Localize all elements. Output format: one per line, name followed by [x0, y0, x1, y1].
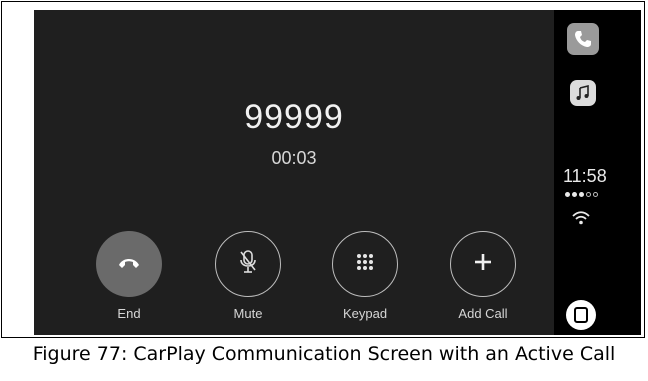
microphone-muted-icon — [237, 249, 259, 280]
plus-icon — [472, 251, 494, 278]
caller-number: 99999 — [244, 98, 344, 136]
add-call-label: Add Call — [458, 306, 508, 321]
signal-dot — [586, 192, 591, 197]
signal-dot — [579, 192, 584, 197]
signal-dot — [572, 192, 577, 197]
music-icon[interactable] — [570, 80, 596, 106]
keypad-icon — [355, 252, 375, 277]
end-call-label: End — [117, 306, 141, 321]
wifi-icon — [571, 210, 591, 231]
end-call-icon — [117, 255, 141, 274]
mute-label: Mute — [233, 306, 263, 321]
call-timer: 00:03 — [271, 148, 317, 168]
mute-button[interactable] — [215, 231, 281, 297]
home-button[interactable] — [566, 300, 596, 330]
signal-dot — [565, 192, 570, 197]
home-square-icon — [574, 307, 588, 323]
figure-caption: Figure 77: CarPlay Communication Screen … — [32, 343, 616, 365]
keypad-button[interactable] — [332, 231, 398, 297]
phone-icon[interactable] — [567, 23, 599, 55]
carplay-call-screen: 99999 00:03 End Mute Keypad Add Call — [34, 10, 554, 335]
status-clock: 11:58 — [563, 166, 607, 186]
add-call-button[interactable] — [450, 231, 516, 297]
cellular-signal — [565, 192, 598, 197]
keypad-label: Keypad — [342, 306, 388, 321]
end-call-button[interactable] — [96, 231, 162, 297]
signal-dot — [593, 192, 598, 197]
